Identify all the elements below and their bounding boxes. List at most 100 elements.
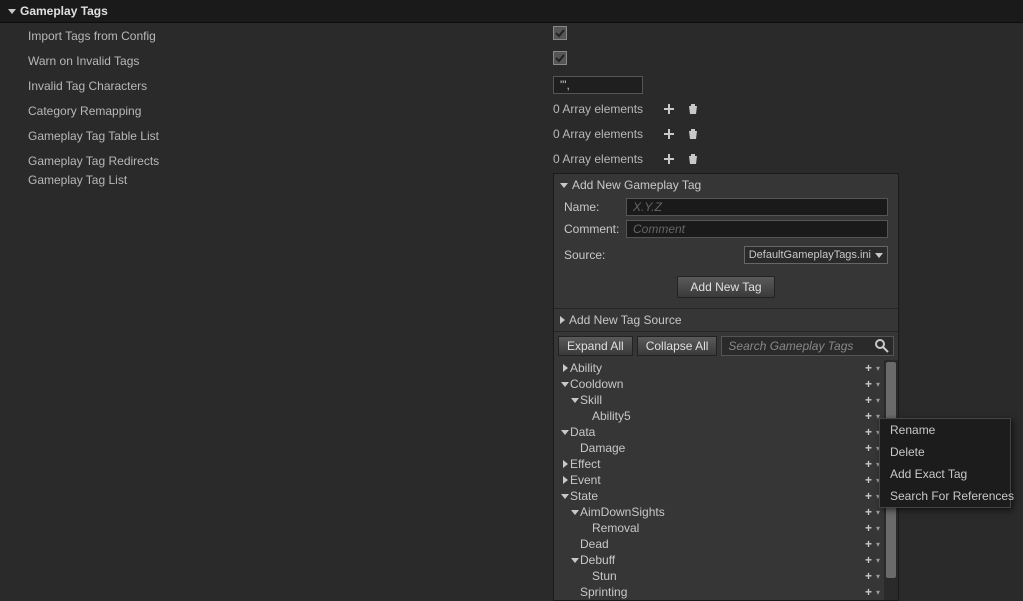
tree-label: Sprinting: [580, 585, 627, 599]
menu-item-add-exact-tag[interactable]: Add Exact Tag: [880, 463, 1010, 485]
tree-row-sprinting[interactable]: Sprinting +▾: [554, 584, 884, 600]
add-element-icon[interactable]: [661, 101, 677, 117]
tree-row-aimdownsights[interactable]: AimDownSights+▾: [554, 504, 884, 520]
add-child-icon[interactable]: +: [863, 569, 874, 583]
row-menu-icon[interactable]: ▾: [874, 508, 882, 517]
label-invalid-chars: Invalid Tag Characters: [0, 73, 553, 93]
expand-icon: [560, 316, 565, 324]
add-child-icon[interactable]: +: [863, 457, 874, 471]
property-grid: Import Tags from Config Warn on Invalid …: [0, 23, 1023, 591]
menu-item-search-for-references[interactable]: Search For References: [880, 485, 1010, 507]
input-invalid-chars[interactable]: [553, 76, 643, 94]
collapse-icon[interactable]: [560, 494, 570, 499]
source-dropdown[interactable]: DefaultGameplayTags.ini: [744, 246, 888, 264]
add-child-icon[interactable]: +: [863, 505, 874, 519]
tree-label: Effect: [570, 457, 600, 471]
collapse-all-button[interactable]: Collapse All: [637, 336, 718, 356]
tree-row-removal[interactable]: Removal+▾: [554, 520, 884, 536]
trash-icon[interactable]: [685, 151, 701, 167]
tree-row-ability5[interactable]: Ability5+▾: [554, 408, 884, 424]
menu-item-rename[interactable]: Rename: [880, 419, 1010, 441]
add-new-tag-button[interactable]: Add New Tag: [677, 276, 774, 298]
label-tag-list: Gameplay Tag List: [0, 173, 553, 187]
array-text-redirects: 0 Array elements: [553, 152, 653, 166]
comment-input[interactable]: [626, 220, 888, 238]
add-child-icon[interactable]: +: [863, 425, 874, 439]
tree-row-effect[interactable]: Effect+▾: [554, 456, 884, 472]
add-child-icon[interactable]: +: [863, 489, 874, 503]
tree-row-skill[interactable]: Skill+▾: [554, 392, 884, 408]
source-value: DefaultGameplayTags.ini: [749, 249, 871, 261]
add-new-tag-title: Add New Gameplay Tag: [572, 178, 701, 192]
collapse-icon[interactable]: [560, 430, 570, 435]
checkbox-import-tags[interactable]: [553, 26, 567, 40]
add-child-icon[interactable]: +: [863, 441, 874, 455]
label-import-tags: Import Tags from Config: [0, 23, 553, 43]
row-menu-icon[interactable]: ▾: [874, 380, 882, 389]
form-row-source: Source: DefaultGameplayTags.ini: [554, 240, 898, 268]
add-child-icon[interactable]: +: [863, 585, 874, 599]
source-label: Source:: [564, 248, 620, 262]
section-header-gameplay-tags[interactable]: Gameplay Tags: [0, 0, 1023, 23]
collapse-icon[interactable]: [570, 558, 580, 563]
add-child-icon[interactable]: +: [863, 409, 874, 423]
label-tag-redirects: Gameplay Tag Redirects: [0, 148, 553, 168]
tree-row-cooldown[interactable]: Cooldown+▾: [554, 376, 884, 392]
tree-label: Dead: [580, 537, 609, 551]
tree-label: State: [570, 489, 598, 503]
add-child-icon[interactable]: +: [863, 377, 874, 391]
tree-row-ability[interactable]: Ability +▾: [554, 360, 884, 376]
row-menu-icon[interactable]: ▾: [874, 556, 882, 565]
tree-label: Ability: [570, 361, 602, 375]
add-element-icon[interactable]: [661, 126, 677, 142]
add-new-source-header[interactable]: Add New Tag Source: [554, 308, 898, 331]
tree-row-state[interactable]: State+▾: [554, 488, 884, 504]
add-child-icon[interactable]: +: [863, 521, 874, 535]
tree-row-event[interactable]: Event+▾: [554, 472, 884, 488]
search-icon[interactable]: [874, 338, 890, 354]
expand-icon[interactable]: [560, 460, 570, 468]
add-child-icon[interactable]: +: [863, 473, 874, 487]
label-category-remapping: Category Remapping: [0, 98, 553, 118]
row-menu-icon[interactable]: ▾: [874, 396, 882, 405]
expand-icon[interactable]: [560, 364, 570, 372]
row-menu-icon[interactable]: ▾: [874, 364, 882, 373]
row-tag-redirects: Gameplay Tag Redirects 0 Array elements: [0, 148, 1023, 173]
form-row-comment: Comment:: [554, 218, 898, 240]
checkbox-warn-invalid[interactable]: [553, 51, 567, 65]
row-invalid-chars: Invalid Tag Characters: [0, 73, 1023, 98]
add-child-icon[interactable]: +: [863, 537, 874, 551]
search-input[interactable]: [721, 336, 894, 356]
collapse-icon: [8, 9, 16, 14]
row-menu-icon[interactable]: ▾: [874, 524, 882, 533]
trash-icon[interactable]: [685, 126, 701, 142]
collapse-icon[interactable]: [560, 382, 570, 387]
trash-icon[interactable]: [685, 101, 701, 117]
add-child-icon[interactable]: +: [863, 393, 874, 407]
row-menu-icon[interactable]: ▾: [874, 572, 882, 581]
add-child-icon[interactable]: +: [863, 361, 874, 375]
row-menu-icon[interactable]: ▾: [874, 588, 882, 597]
row-category-remapping: Category Remapping 0 Array elements: [0, 98, 1023, 123]
tree-label: Damage: [580, 441, 625, 455]
array-text-category: 0 Array elements: [553, 102, 653, 116]
collapse-icon[interactable]: [570, 510, 580, 515]
collapse-icon[interactable]: [570, 398, 580, 403]
row-import-tags: Import Tags from Config: [0, 23, 1023, 48]
name-input[interactable]: [626, 198, 888, 216]
add-element-icon[interactable]: [661, 151, 677, 167]
expand-all-button[interactable]: Expand All: [558, 336, 633, 356]
menu-item-delete[interactable]: Delete: [880, 441, 1010, 463]
context-menu: RenameDeleteAdd Exact TagSearch For Refe…: [879, 418, 1011, 508]
row-menu-icon[interactable]: ▾: [874, 540, 882, 549]
add-new-tag-header[interactable]: Add New Gameplay Tag: [554, 174, 898, 196]
expand-icon[interactable]: [560, 476, 570, 484]
add-child-icon[interactable]: +: [863, 553, 874, 567]
tree-row-stun[interactable]: Stun+▾: [554, 568, 884, 584]
tree-row-data[interactable]: Data+▾: [554, 424, 884, 440]
row-warn-invalid: Warn on Invalid Tags: [0, 48, 1023, 73]
tree-row-damage[interactable]: Damage+▾: [554, 440, 884, 456]
tag-tree: Ability+▾Cooldown+▾Skill+▾Ability5+▾Data…: [554, 360, 898, 600]
tree-row-debuff[interactable]: Debuff+▾: [554, 552, 884, 568]
tree-row-dead[interactable]: Dead +▾: [554, 536, 884, 552]
